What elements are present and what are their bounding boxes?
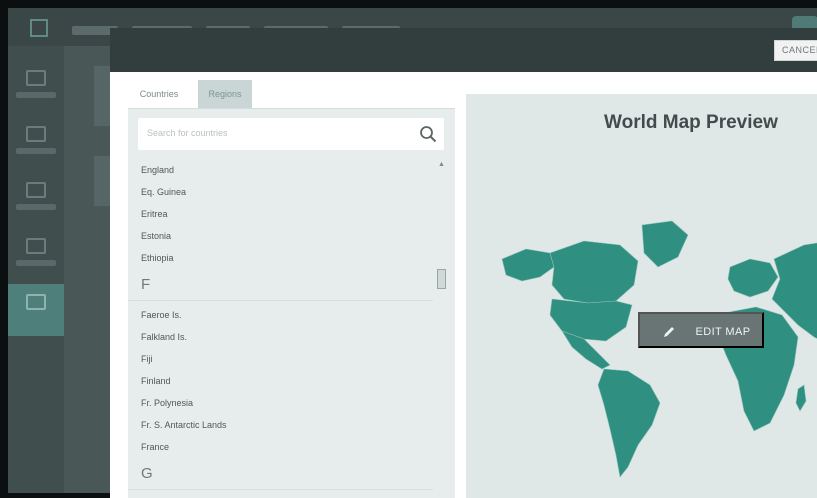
map-canada (549, 240, 639, 304)
tab-countries[interactable]: Countries (128, 80, 190, 108)
modal-header: CANCEL (110, 28, 817, 72)
cancel-button[interactable]: CANCEL (774, 40, 817, 61)
list-scrollbar[interactable]: ▲ (435, 159, 449, 489)
frame-icon (26, 238, 46, 254)
map-usa (549, 298, 633, 342)
monitor-icon (26, 182, 46, 198)
edit-map-button[interactable]: EDIT MAP (638, 312, 764, 348)
nav-item-5-active (8, 284, 64, 336)
search-icon[interactable] (419, 125, 437, 143)
list-item[interactable]: France (128, 436, 433, 458)
map-south-america (597, 368, 661, 478)
list-item[interactable]: Ethiopia (128, 247, 433, 269)
country-list-box: Search for countries England Eq. Guinea … (128, 108, 455, 498)
nav-item-3 (8, 172, 64, 224)
edit-map-label: EDIT MAP (695, 326, 751, 338)
list-item[interactable]: Finland (128, 370, 433, 392)
preview-title: World Map Preview (604, 112, 778, 133)
search-input[interactable]: Search for countries (138, 118, 444, 150)
nav-item-4 (8, 228, 64, 280)
left-nav (8, 46, 64, 493)
country-list: England Eq. Guinea Eritrea Estonia Ethio… (128, 159, 433, 493)
list-item[interactable]: Eq. Guinea (128, 181, 433, 203)
nav-item-1 (8, 60, 64, 112)
list-item[interactable]: Eritrea (128, 203, 433, 225)
pencil-icon (664, 327, 674, 337)
scrollbar-thumb[interactable] (437, 269, 446, 289)
list-item[interactable]: England (128, 159, 433, 181)
map-europe (727, 258, 779, 298)
list-item[interactable]: Faeroe Is. (128, 304, 433, 326)
letter-header-f: F (128, 269, 433, 301)
nav-item-2 (8, 116, 64, 168)
tab-regions[interactable]: Regions (198, 80, 252, 108)
scroll-up-icon[interactable]: ▲ (438, 161, 445, 168)
map-editor-modal: CANCEL Countries Regions Search for coun… (110, 28, 817, 498)
map-preview-panel: World Map Preview EDIT MAP (466, 94, 817, 498)
world-map (501, 220, 817, 478)
search-placeholder: Search for countries (147, 128, 228, 138)
list-item[interactable]: Falkland Is. (128, 326, 433, 348)
grid-icon (26, 294, 46, 310)
list-item[interactable]: Fr. S. Antarctic Lands (128, 414, 433, 436)
letter-header-g: G (128, 458, 433, 490)
cloud-icon (26, 126, 46, 142)
list-item[interactable]: Estonia (128, 225, 433, 247)
list-item[interactable]: Fr. Polynesia (128, 392, 433, 414)
logo-icon (30, 19, 48, 37)
map-greenland (641, 220, 689, 268)
country-picker-panel: Countries Regions Search for countries E… (118, 80, 458, 498)
map-madagascar (795, 384, 807, 412)
image-icon (26, 70, 46, 86)
map-alaska (501, 248, 555, 282)
list-item[interactable]: Fiji (128, 348, 433, 370)
